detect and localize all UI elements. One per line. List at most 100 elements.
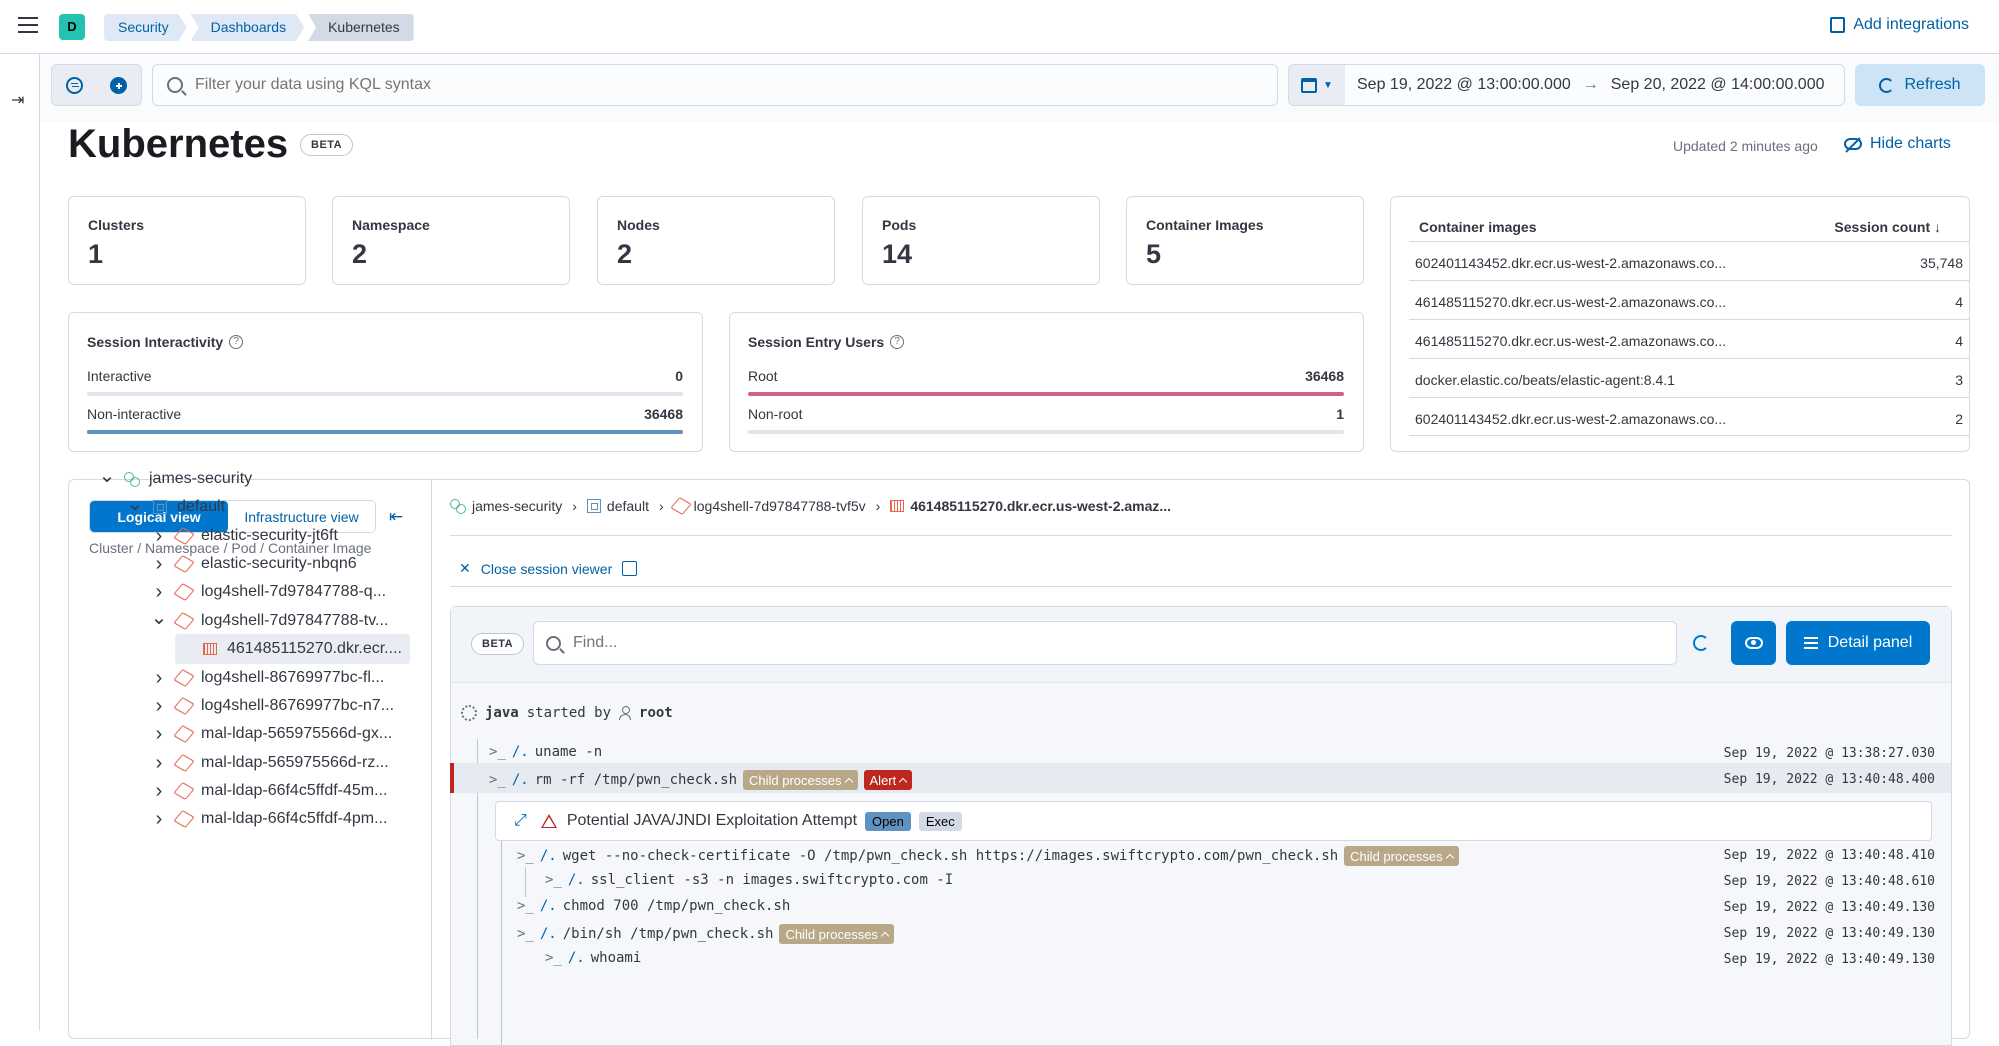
- session-entry-users-panel: Session Entry Users ? Root 36468 Non-roo…: [729, 312, 1364, 452]
- fullscreen-icon[interactable]: [622, 561, 638, 576]
- display-options-button[interactable]: [1731, 621, 1776, 665]
- updated-text: Updated 2 minutes ago: [1673, 138, 1818, 154]
- tree-node-pod[interactable]: › log4shell-7d97847788-q...: [149, 577, 386, 607]
- alert-row[interactable]: ⤢ Potential JAVA/JNDI Exploitation Attem…: [495, 801, 1932, 841]
- process-command: >_ /. rm -rf /tmp/pwn_check.sh Child proces…: [489, 770, 913, 790]
- chevron-right-icon[interactable]: ›: [149, 752, 169, 775]
- close-session-viewer-button[interactable]: ✕ Close session viewer: [459, 560, 638, 577]
- chevron-right-icon[interactable]: ›: [149, 695, 169, 718]
- detail-panel-label: Detail panel: [1827, 634, 1913, 651]
- tree-node-image[interactable]: 461485115270.dkr.ecr....: [175, 634, 410, 664]
- saved-query-button[interactable]: [52, 65, 97, 105]
- add-integrations-link[interactable]: Add integrations: [1830, 16, 1969, 34]
- date-end[interactable]: Sep 20, 2022 @ 14:00:00.000: [1611, 76, 1825, 94]
- expand-nav-icon[interactable]: ⇥: [11, 90, 24, 110]
- tree-node-label: mal-ldap-565975566d-rz...: [201, 754, 389, 771]
- chevron-right-icon[interactable]: ›: [149, 525, 169, 548]
- tree-node-namespace[interactable]: ⌄ default: [125, 492, 225, 522]
- crumb-pod[interactable]: log4shell-7d97847788-tvf5v: [694, 498, 866, 514]
- chevron-down-icon[interactable]: ⌄: [97, 463, 117, 488]
- add-filter-button[interactable]: [97, 65, 142, 105]
- stat-label: Nodes: [617, 217, 660, 233]
- panel-title-text: Session Interactivity: [87, 334, 224, 350]
- stat-value: 2: [352, 239, 368, 269]
- question-icon[interactable]: ?: [229, 335, 244, 349]
- column-header-session-count[interactable]: Session count ↓: [1834, 219, 1941, 235]
- tree-node-pod[interactable]: › elastic-security-jt6ft: [149, 521, 338, 551]
- tree-node-pod[interactable]: › mal-ldap-565975566d-rz...: [149, 748, 389, 778]
- alert-status-badge[interactable]: Open: [865, 811, 911, 831]
- breadcrumb-dashboards[interactable]: Dashboards: [191, 14, 305, 41]
- tree-node-pod[interactable]: › mal-ldap-66f4c5ffdf-45m...: [149, 776, 388, 806]
- chevron-down-icon[interactable]: ⌄: [149, 605, 169, 630]
- tree-node-label: mal-ldap-66f4c5ffdf-45m...: [201, 782, 388, 799]
- date-start[interactable]: Sep 19, 2022 @ 13:00:00.000: [1357, 76, 1571, 94]
- terminal-icon: >_: [545, 872, 562, 888]
- refresh-icon[interactable]: [1693, 635, 1709, 651]
- child-processes-toggle[interactable]: Child processes: [779, 924, 894, 944]
- tree-node-pod[interactable]: › log4shell-86769977bc-fl...: [149, 663, 385, 693]
- crumb-namespace[interactable]: default: [607, 498, 649, 514]
- row-value: 36468: [644, 406, 683, 422]
- kql-search-input[interactable]: [195, 76, 1245, 94]
- collapse-tree-icon[interactable]: ⇤: [389, 507, 403, 527]
- tree-node-label: elastic-security-jt6ft: [201, 527, 338, 544]
- tree-node-pod[interactable]: › log4shell-86769977bc-n7...: [149, 691, 394, 721]
- chevron-right-icon[interactable]: ›: [149, 667, 169, 690]
- process-command: >_ /. uname -n: [489, 744, 602, 760]
- terminal-icon: >_: [517, 848, 534, 864]
- refresh-button[interactable]: Refresh: [1855, 64, 1985, 106]
- stat-container-images: Container Images 5: [1126, 196, 1364, 285]
- chevron-right-icon[interactable]: ›: [149, 808, 169, 831]
- child-processes-toggle[interactable]: Child processes: [743, 770, 858, 790]
- process-path: /.: [511, 744, 529, 760]
- session-interactivity-panel: Session Interactivity ? Interactive 0 No…: [68, 312, 703, 452]
- child-processes-toggle[interactable]: Child processes: [1344, 846, 1459, 866]
- process-timestamp: Sep 19, 2022 @ 13:40:48.410: [1723, 848, 1935, 863]
- tree-node-cluster[interactable]: ⌄ james-security: [97, 464, 252, 494]
- process-row[interactable]: >_ /. whoami Sep 19, 2022 @ 13:40:49.130: [451, 943, 1951, 973]
- column-header-container-images[interactable]: Container images: [1419, 219, 1536, 235]
- stat-nodes: Nodes 2: [597, 196, 835, 285]
- expand-icon[interactable]: ⤢: [514, 812, 527, 830]
- pod-icon: [173, 612, 195, 630]
- sort-arrow-icon: ↓: [1934, 219, 1941, 235]
- tree-node-pod[interactable]: › elastic-security-nbqn6: [149, 549, 357, 579]
- tree-node-pod[interactable]: › mal-ldap-565975566d-gx...: [149, 719, 393, 749]
- started-by-text: started by: [526, 705, 612, 721]
- breadcrumb-security[interactable]: Security: [104, 14, 187, 41]
- alert-toggle[interactable]: Alert: [863, 770, 913, 790]
- calendar-icon: [1301, 77, 1318, 93]
- session-count: 35,748: [1920, 255, 1963, 271]
- table-row: 602401143452.dkr.ecr.us-west-2.amazonaws…: [1409, 241, 1969, 280]
- chevron-down-icon[interactable]: ⌄: [125, 491, 145, 516]
- process-command: >_ /. chmod 700 /tmp/pwn_check.sh: [517, 898, 790, 914]
- chevron-right-icon[interactable]: ›: [149, 581, 169, 604]
- process-path: /.: [567, 872, 585, 888]
- chevron-right-icon[interactable]: ›: [149, 553, 169, 576]
- detail-panel-button[interactable]: Detail panel: [1786, 621, 1930, 665]
- question-icon[interactable]: ?: [890, 335, 905, 349]
- crumb-cluster[interactable]: james-security: [472, 498, 562, 514]
- space-avatar[interactable]: D: [59, 14, 85, 40]
- session-leader[interactable]: java started by root: [461, 705, 673, 721]
- find-input[interactable]: [573, 634, 1653, 652]
- pod-icon: [173, 697, 195, 715]
- terminal-icon: >_: [517, 926, 534, 942]
- tree-node-pod[interactable]: ⌄ log4shell-7d97847788-tv...: [149, 606, 388, 636]
- process-command: >_ /. /bin/sh /tmp/pwn_check.sh Child proce…: [517, 924, 894, 944]
- chevron-right-icon[interactable]: ›: [149, 780, 169, 803]
- namespace-icon: [586, 499, 601, 513]
- hide-charts-button[interactable]: Hide charts: [1844, 135, 1951, 153]
- tree-node-label: james-security: [149, 470, 253, 487]
- process-row[interactable]: >_ /. rm -rf /tmp/pwn_check.sh Child proces…: [450, 763, 1951, 793]
- image-name: 461485115270.dkr.ecr.us-west-2.amazonaws…: [1415, 333, 1727, 349]
- session-count: 4: [1955, 294, 1963, 310]
- quick-date-button[interactable]: ▼: [1289, 65, 1345, 105]
- tree-node-pod[interactable]: › mal-ldap-66f4c5ffdf-4pm...: [149, 804, 388, 834]
- chevron-right-icon[interactable]: ›: [149, 723, 169, 746]
- pod-icon-wrap: [173, 669, 195, 687]
- menu-icon[interactable]: [18, 17, 38, 33]
- stat-namespace: Namespace 2: [332, 196, 570, 285]
- pod-icon: [173, 725, 195, 743]
